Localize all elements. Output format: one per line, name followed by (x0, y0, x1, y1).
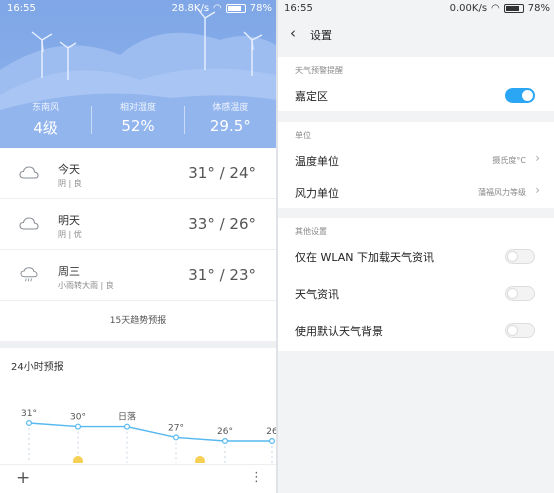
stat-value: 4级 (33, 119, 58, 137)
add-city-icon[interactable]: + (16, 468, 30, 488)
forecast-row-today[interactable]: 今天 阴 | 良 31° / 24° (0, 148, 276, 199)
weather-news-toggle[interactable] (505, 286, 535, 301)
default-background-toggle[interactable] (505, 323, 535, 338)
rain-cloud-icon (20, 267, 38, 282)
forecast-row-wednesday[interactable]: 周三 小雨转大雨 | 良 31° / 23° (0, 250, 276, 301)
section-units: 单位 温度单位 摄氏度°C › 风力单位 蒲福风力等级 › (278, 122, 554, 208)
setting-row-default-background[interactable]: 使用默认天气背景 (278, 314, 554, 351)
hour-point (173, 434, 180, 441)
wifi-icon: ◠ (213, 3, 222, 14)
section-label: 其他设置 (295, 227, 327, 236)
day-temp-range: 33° / 26° (188, 215, 256, 233)
wifi-icon: ◠ (491, 3, 500, 14)
settings-screen: 16:55 0.00K/s ◠ 78% ‹ 设置 天气预警提醒 嘉定区 单位 温… (278, 0, 554, 493)
weather-hero: 16:55 28.8K/s ◠ 78% 东南风 4级 相对湿度 52% 体感温度… (0, 0, 276, 148)
hour-label: 31° (21, 409, 37, 419)
day-temp-range: 31° / 24° (188, 164, 256, 182)
current-conditions: 东南风 4级 相对湿度 52% 体感温度 29.5° (0, 100, 276, 140)
weather-screen: 16:55 28.8K/s ◠ 78% 东南风 4级 相对湿度 52% 体感温度… (0, 0, 276, 493)
hour-label: 26° (217, 427, 233, 437)
wind-stat: 东南风 4级 (0, 100, 91, 140)
status-bar: 16:55 0.00K/s ◠ 78% (278, 0, 554, 18)
setting-label: 仅在 WLAN 下加载天气资讯 (295, 251, 435, 264)
day-summary: 阴 | 优 (58, 230, 82, 239)
status-bar: 16:55 28.8K/s ◠ 78% (0, 0, 276, 18)
humidity-stat: 相对湿度 52% (92, 100, 183, 140)
setting-row-weather-news[interactable]: 天气资讯 (278, 277, 554, 314)
day-summary: 小雨转大雨 | 良 (58, 281, 114, 290)
sun-icon (195, 456, 205, 463)
status-time: 16:55 (284, 3, 313, 14)
setting-label: 天气资讯 (295, 288, 339, 301)
day-name: 明天 (58, 214, 80, 227)
hour-point (269, 437, 276, 444)
setting-value: 摄氏度°C (492, 156, 526, 165)
stat-label: 东南风 (32, 103, 60, 113)
day-name: 今天 (58, 163, 80, 176)
setting-label: 使用默认天气背景 (295, 325, 383, 338)
chevron-right-icon: › (535, 151, 540, 165)
page-title: 设置 (310, 29, 332, 42)
cloud-icon (19, 217, 39, 230)
section-other: 其他设置 仅在 WLAN 下加载天气资讯 天气资讯 使用默认天气背景 (278, 218, 554, 351)
15-day-trend-button[interactable]: 15天趋势预报 (0, 301, 276, 348)
status-time: 16:55 (7, 3, 36, 14)
setting-label: 嘉定区 (295, 90, 328, 103)
hourly-forecast: 24小时预报 31° 30° 日落 27° 26° 26 (0, 348, 276, 463)
hour-point (74, 423, 81, 430)
hour-label: 30° (70, 413, 86, 423)
section-weather-alerts: 天气预警提醒 嘉定区 (278, 57, 554, 111)
sun-icon (73, 456, 83, 463)
setting-value: 蒲福风力等级 (478, 188, 526, 197)
network-speed: 0.00K/s (449, 3, 488, 14)
feels-like-stat: 体感温度 29.5° (185, 100, 276, 140)
day-name: 周三 (58, 265, 80, 278)
section-label: 天气预警提醒 (295, 66, 343, 75)
hour-label: 27° (168, 423, 184, 433)
hour-point (123, 423, 130, 430)
alert-toggle[interactable] (505, 88, 535, 103)
wlan-only-toggle[interactable] (505, 249, 535, 264)
hour-point (222, 437, 229, 444)
setting-row-wlan-only[interactable]: 仅在 WLAN 下加载天气资讯 (278, 240, 554, 277)
hour-label: 日落 (118, 411, 136, 423)
hourly-temp-line (28, 422, 272, 442)
forecast-row-tomorrow[interactable]: 明天 阴 | 优 33° / 26° (0, 199, 276, 250)
hour-point (26, 419, 33, 426)
battery-icon (225, 4, 246, 13)
day-summary: 阴 | 良 (58, 179, 82, 188)
back-icon[interactable]: ‹ (290, 24, 296, 42)
stat-value: 52% (121, 117, 155, 135)
cloud-icon (19, 166, 39, 179)
settings-header: ‹ 设置 (278, 20, 554, 48)
network-speed: 28.8K/s (171, 3, 210, 14)
stat-label: 体感温度 (212, 103, 249, 113)
setting-row-temperature-unit[interactable]: 温度单位 摄氏度°C › (278, 144, 554, 176)
setting-row-wind-unit[interactable]: 风力单位 蒲福风力等级 › (278, 176, 554, 208)
setting-label: 风力单位 (295, 187, 339, 200)
stat-label: 相对湿度 (119, 103, 156, 113)
setting-row-alert-district[interactable]: 嘉定区 (278, 79, 554, 111)
hour-label: 26 (266, 427, 276, 437)
bottom-bar: + ⋮ (0, 464, 276, 493)
more-options-icon[interactable]: ⋮ (250, 470, 263, 485)
stat-value: 29.5° (209, 117, 251, 135)
hourly-temp-chart: 31° 30° 日落 27° 26° 26 (21, 409, 276, 463)
day-temp-range: 31° / 23° (188, 266, 256, 284)
section-label: 单位 (295, 131, 311, 140)
setting-label: 温度单位 (295, 155, 339, 168)
daily-forecast-list: 今天 阴 | 良 31° / 24° 明天 阴 | 优 33° / 26° 周三… (0, 148, 276, 301)
battery-level: 78% (527, 3, 550, 14)
battery-icon (503, 4, 524, 13)
chevron-right-icon: › (535, 183, 540, 197)
battery-level: 78% (249, 3, 272, 14)
